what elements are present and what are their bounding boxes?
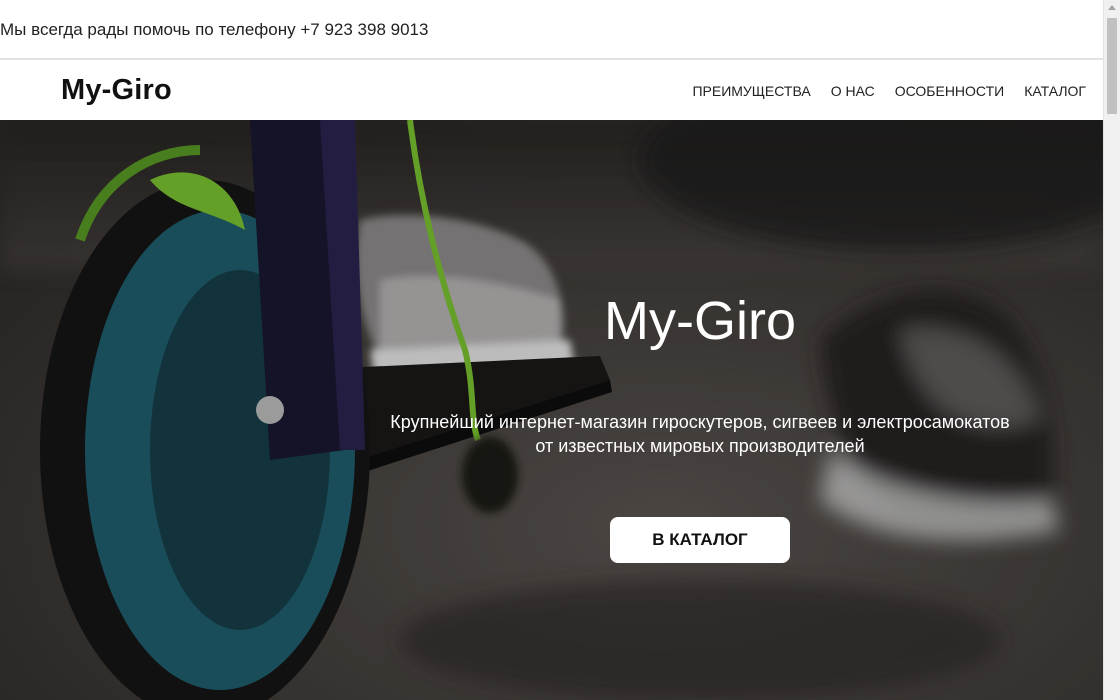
main-nav: ПРЕИМУЩЕСТВА О НАС ОСОБЕННОСТИ КАТАЛОГ (692, 83, 1086, 99)
hero-title: My-Giro (604, 291, 796, 351)
browser-viewport: Мы всегда рады помочь по телефону +7 923… (0, 0, 1103, 700)
nav-item-about[interactable]: О НАС (831, 83, 875, 99)
nav-item-catalog[interactable]: КАТАЛОГ (1024, 83, 1086, 99)
page: Мы всегда рады помочь по телефону +7 923… (0, 0, 1120, 700)
nav-item-features[interactable]: ОСОБЕННОСТИ (895, 83, 1004, 99)
hero-subtitle: Крупнейший интернет-магазин гироскутеров… (350, 410, 1050, 458)
nav-item-advantages[interactable]: ПРЕИМУЩЕСТВА (692, 83, 810, 99)
hero-subtitle-line-1: Крупнейший интернет-магазин гироскутеров… (390, 412, 1010, 432)
contact-bar: Мы всегда рады помочь по телефону +7 923… (0, 0, 1103, 60)
catalog-cta-button[interactable]: В КАТАЛОГ (610, 517, 790, 563)
hero-subtitle-line-2: от известных мировых производителей (535, 436, 865, 456)
site-logo[interactable]: My-Giro (61, 74, 172, 107)
contact-phone-text: Мы всегда рады помочь по телефону +7 923… (0, 20, 429, 39)
site-header: My-Giro ПРЕИМУЩЕСТВА О НАС ОСОБЕННОСТИ К… (0, 62, 1103, 120)
scrollbar-thumb[interactable] (1107, 18, 1117, 114)
scroll-up-arrow-icon[interactable] (1108, 5, 1116, 10)
vertical-scrollbar[interactable] (1103, 0, 1120, 700)
hero-section: My-Giro Крупнейший интернет-магазин гиро… (0, 120, 1103, 700)
